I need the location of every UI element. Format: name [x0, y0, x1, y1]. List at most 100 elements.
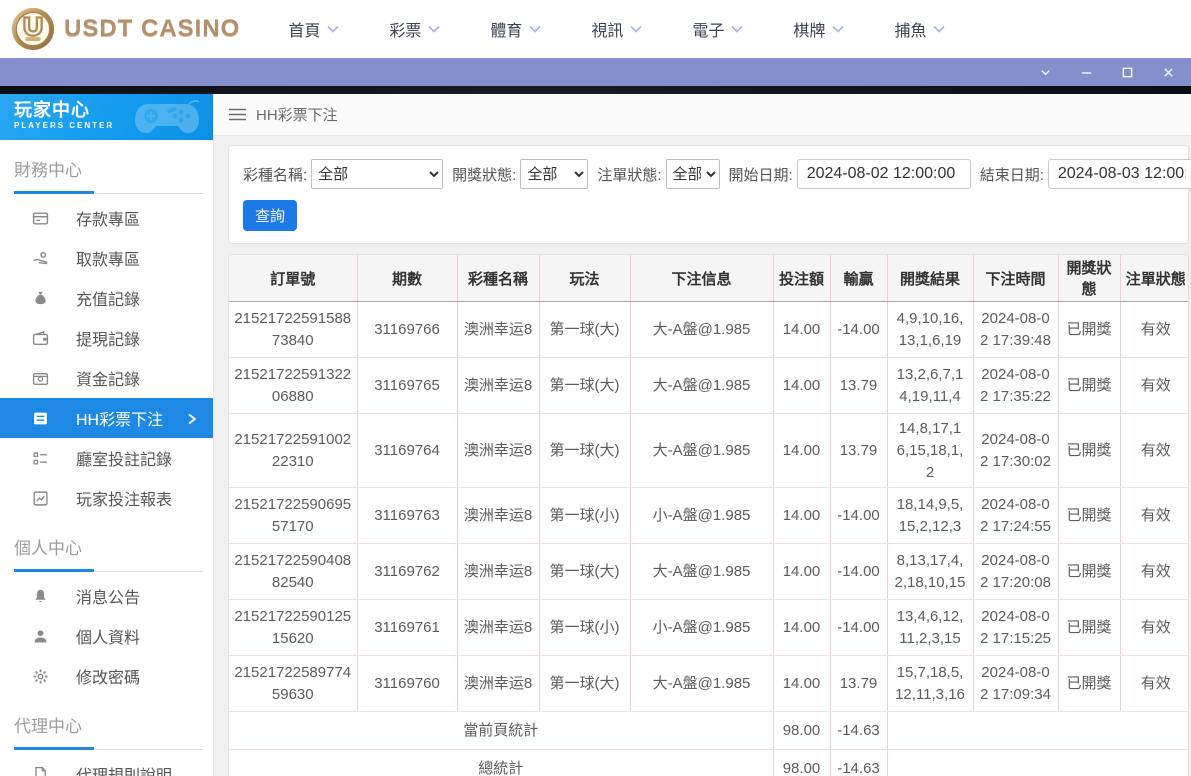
- nav-item[interactable]: 體育: [490, 17, 541, 41]
- table-cell: 14,8,17,16,15,18,1,2: [887, 413, 974, 489]
- recharge-record-icon: [32, 290, 49, 307]
- withdrawal-record-icon: [32, 330, 49, 347]
- section-underline: [14, 747, 203, 750]
- sidebar-item-withdraw-hand[interactable]: 取款專區: [0, 238, 213, 278]
- table-cell: -14.00: [830, 301, 888, 358]
- column-header: 下注時間: [973, 255, 1059, 302]
- table-cell: 小-A盤@1.985: [630, 599, 774, 657]
- chevron-down-icon: [630, 20, 642, 38]
- nav-item[interactable]: 電子: [692, 17, 743, 41]
- nav-item[interactable]: 捕魚: [894, 17, 946, 41]
- sidebar-item-recharge-record[interactable]: 充值記錄: [0, 278, 213, 318]
- nav-item-label: 彩票: [389, 23, 422, 40]
- column-header: 開獎狀態: [1058, 255, 1121, 302]
- table-cell: 澳洲幸运8: [457, 487, 540, 545]
- bell-icon: [32, 588, 49, 605]
- table-cell: 已開獎: [1058, 599, 1121, 657]
- table-cell: -14.00: [830, 487, 888, 545]
- sidebar-item-label: 消息公告: [76, 590, 141, 607]
- table-cell: 澳洲幸运8: [457, 599, 540, 657]
- summary-bet-total: 98.00: [773, 749, 831, 776]
- nav-item[interactable]: 視訊: [591, 17, 642, 41]
- start-date-input[interactable]: [796, 159, 971, 189]
- table-cell: 2152172259132206880: [229, 357, 358, 414]
- sidebar-item-user[interactable]: 個人資料: [0, 616, 213, 656]
- deposit-card-icon: [32, 210, 49, 227]
- table-cell: 已開獎: [1058, 301, 1121, 358]
- app-window: USDT CASINO 首頁 彩票 體育 視訊 電子 棋牌 捕魚 玩家中心 PLAYERS …: [0, 0, 1191, 776]
- sidebar-item-gear[interactable]: 修改密碼: [0, 656, 213, 696]
- close-button[interactable]: [1161, 65, 1175, 79]
- search-button[interactable]: 查詢: [243, 200, 298, 231]
- chevron-right-icon: [187, 412, 197, 425]
- table-cell: 2024-08-02 17:20:08: [973, 543, 1059, 601]
- sidebar-section-title: 個人中心: [14, 539, 82, 558]
- table-cell: 31169761: [357, 599, 458, 657]
- sidebar: 玩家中心 PLAYERS CENTER 財務中心 存款專區 取款專區 充值記錄 提現記錄…: [0, 94, 214, 776]
- hamburger-menu-icon[interactable]: [229, 108, 246, 121]
- table-cell: 13,2,6,7,14,19,11,4: [887, 357, 974, 414]
- table-cell: 有效: [1120, 655, 1188, 713]
- window-menu-chevron-icon[interactable]: [1038, 65, 1052, 79]
- order-status-select[interactable]: 全部: [665, 159, 720, 189]
- table-cell: 澳洲幸运8: [457, 413, 540, 489]
- column-header: 訂單號: [229, 255, 358, 302]
- gear-icon: [32, 668, 49, 685]
- chevron-down-icon: [327, 20, 339, 38]
- table-row: 2152172259132206880 31169765 澳洲幸运8 第一球(大) 大-…: [229, 357, 1188, 414]
- lottery-name-select[interactable]: 全部: [311, 159, 444, 189]
- summary-empty: [887, 750, 1188, 776]
- table-cell: 4,9,10,16,13,1,6,19: [887, 301, 974, 358]
- summary-empty: [887, 711, 1188, 751]
- sidebar-item-withdrawal-record[interactable]: 提現記錄: [0, 318, 213, 358]
- table-cell: 已開獎: [1058, 543, 1121, 601]
- sidebar-item-player-report[interactable]: 玩家投注報表: [0, 478, 213, 518]
- table-cell: 已開獎: [1058, 357, 1121, 414]
- sidebar-item-bell[interactable]: 消息公告: [0, 576, 213, 616]
- maximize-button[interactable]: [1120, 65, 1134, 79]
- summary-win-total: -14.63: [830, 711, 888, 751]
- section-underline: [14, 191, 203, 194]
- sidebar-item-document[interactable]: 代理規則說明: [0, 754, 213, 776]
- logo[interactable]: USDT CASINO: [0, 6, 240, 52]
- table-cell: 14.00: [773, 599, 831, 657]
- table-cell: 第一球(小): [539, 599, 631, 657]
- sidebar-header: 玩家中心 PLAYERS CENTER: [0, 94, 213, 140]
- filter-panel: 彩種名稱: 全部 開獎狀態: 全部 注單狀態: 全部 開始日期: 2024-08…: [228, 145, 1191, 244]
- table-cell: 大-A盤@1.985: [630, 301, 774, 358]
- summary-row: 當前頁統計 98.00 -14.63: [229, 711, 1188, 751]
- sidebar-section-title: 代理中心: [14, 717, 82, 736]
- column-header: 輸贏: [830, 255, 888, 302]
- table-cell: 有效: [1120, 301, 1188, 358]
- sidebar-item-deposit-card[interactable]: 存款專區: [0, 198, 213, 238]
- end-date-input[interactable]: [1047, 159, 1191, 189]
- table-cell: 澳洲幸运8: [457, 543, 540, 601]
- table-cell: 2152172259012515620: [229, 599, 358, 657]
- logo-text: USDT CASINO: [64, 15, 241, 42]
- minimize-button[interactable]: [1079, 65, 1093, 79]
- table-cell: 2024-08-02 17:30:02: [973, 413, 1059, 489]
- usdt-coin-icon: [11, 7, 55, 51]
- sidebar-item-room-bet-list[interactable]: 廳室投註記錄: [0, 438, 213, 478]
- table-cell: 31169764: [357, 413, 458, 489]
- table-cell: 澳洲幸运8: [457, 301, 540, 358]
- table-cell: 第一球(大): [539, 357, 631, 414]
- table-cell: 14.00: [773, 357, 831, 414]
- sidebar-item-label: HH彩票下注: [76, 412, 164, 429]
- room-bet-list-icon: [32, 450, 49, 467]
- gamepad-icon: [135, 99, 200, 133]
- sidebar-item-funds-record[interactable]: 資金記錄: [0, 358, 213, 398]
- table-row: 2152172259100222310 31169764 澳洲幸运8 第一球(大) 大-…: [229, 413, 1188, 489]
- column-header: 注單狀態: [1120, 255, 1188, 302]
- draw-status-select[interactable]: 全部: [520, 159, 589, 189]
- table-cell: 第一球(大): [539, 413, 631, 489]
- column-header: 彩種名稱: [457, 255, 540, 302]
- nav-item[interactable]: 首頁: [288, 17, 339, 41]
- nav-item[interactable]: 棋牌: [793, 17, 845, 41]
- table-cell: 14.00: [773, 487, 831, 545]
- table-cell: 澳洲幸运8: [457, 357, 540, 414]
- main-nav: 首頁 彩票 體育 視訊 電子 棋牌 捕魚: [288, 17, 946, 41]
- table-cell: 2152172258977459630: [229, 655, 358, 713]
- sidebar-item-lottery-bet[interactable]: HH彩票下注: [0, 398, 213, 438]
- nav-item[interactable]: 彩票: [389, 17, 440, 41]
